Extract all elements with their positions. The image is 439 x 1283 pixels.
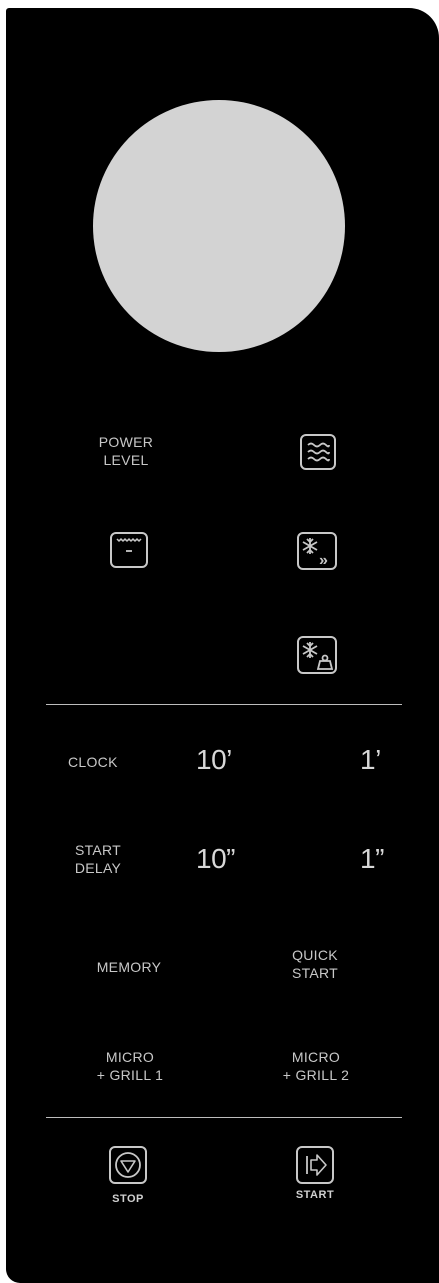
micro-grill-2-label-line2: + GRILL 2 xyxy=(282,1067,350,1083)
micro-grill-1-label-line2: + GRILL 1 xyxy=(96,1067,164,1083)
micro-grill-2-button[interactable]: MICRO + GRILL 2 xyxy=(276,1048,356,1084)
grill-icon[interactable] xyxy=(109,531,149,569)
one-minute-button[interactable]: 1’ xyxy=(360,744,381,776)
micro-grill-2-label-line1: MICRO xyxy=(291,1049,341,1065)
start-delay-label-line1: START xyxy=(74,842,122,858)
stop-label: STOP xyxy=(112,1193,144,1205)
microwave-waves-icon[interactable] xyxy=(299,433,337,471)
ten-seconds-button[interactable]: 10” xyxy=(196,843,235,875)
weight-defrost-icon[interactable] xyxy=(296,635,338,675)
stop-icon[interactable] xyxy=(108,1145,148,1185)
power-level-label-line1: POWER xyxy=(98,434,154,450)
microwave-control-panel: POWER LEVEL » CLOCK 10’ 1’ START DELAY 1… xyxy=(6,8,439,1283)
start-delay-label-line2: DELAY xyxy=(74,860,122,876)
clock-button[interactable]: CLOCK xyxy=(68,753,138,771)
memory-button[interactable]: MEMORY xyxy=(89,958,169,976)
one-second-button[interactable]: 1” xyxy=(360,843,384,875)
svg-text:»: » xyxy=(319,552,328,569)
quick-start-label-line1: QUICK xyxy=(292,947,338,963)
micro-grill-1-button[interactable]: MICRO + GRILL 1 xyxy=(90,1048,170,1084)
quick-start-button[interactable]: QUICK START xyxy=(285,946,345,982)
divider-bottom xyxy=(46,1117,402,1118)
ten-minutes-button[interactable]: 10’ xyxy=(196,744,232,776)
start-icon[interactable] xyxy=(295,1145,335,1185)
display-window xyxy=(93,100,345,352)
start-delay-button[interactable]: START DELAY xyxy=(68,841,128,877)
quick-defrost-icon[interactable]: » xyxy=(296,531,338,571)
divider-top xyxy=(46,704,402,705)
power-level-label-line2: LEVEL xyxy=(103,452,149,468)
quick-start-label-line2: START xyxy=(291,965,339,981)
power-level-button[interactable]: POWER LEVEL xyxy=(96,433,156,469)
micro-grill-1-label-line1: MICRO xyxy=(105,1049,155,1065)
start-label: START xyxy=(295,1189,335,1201)
